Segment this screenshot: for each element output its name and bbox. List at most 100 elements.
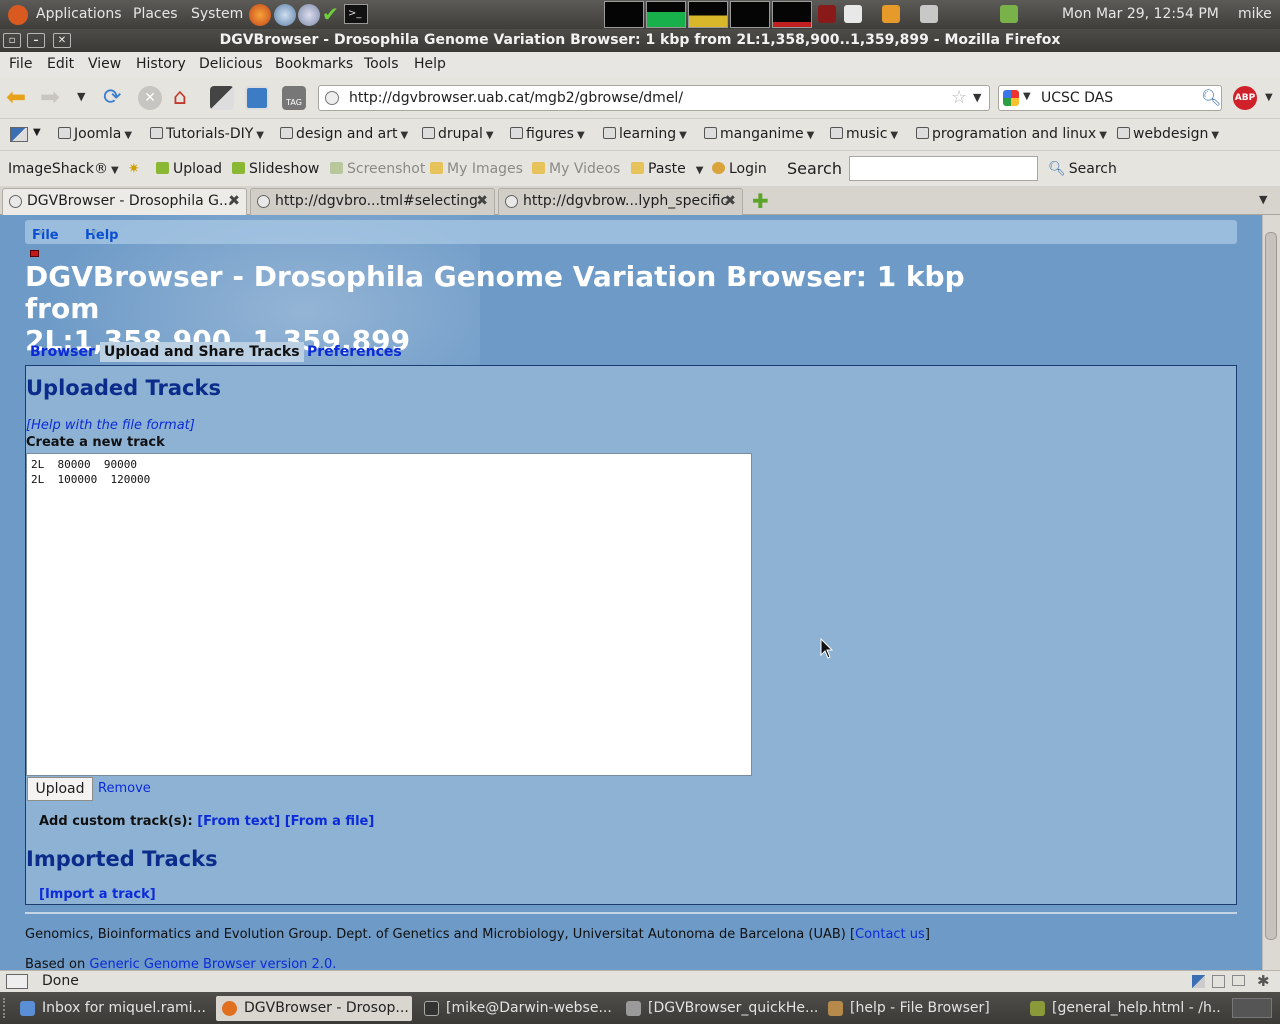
bookmark-folder-joomla[interactable]: Joomla ▼ (58, 126, 132, 142)
adblock-icon[interactable]: ABP (1233, 86, 1257, 110)
bookmark-folder-tutorials[interactable]: Tutorials-DIY ▼ (150, 126, 264, 142)
search-engine-icon[interactable] (1003, 90, 1019, 106)
reload-icon[interactable]: ⟳ (103, 86, 127, 110)
places-menu[interactable]: Places (133, 6, 178, 22)
imageshack-slideshow-button[interactable]: Slideshow (232, 161, 319, 177)
most-visited-dropdown-icon[interactable]: ▼ (33, 127, 41, 138)
window-titlebar[interactable]: ▫ – ✕ DGVBrowser - Drosophila Genome Var… (0, 29, 1280, 52)
status-tool-icon[interactable] (1192, 975, 1205, 988)
bookmark-star-icon[interactable]: ☆ (951, 87, 967, 108)
close-tab-icon[interactable]: ✖ (476, 189, 488, 214)
contact-us-link[interactable]: Contact us (855, 927, 925, 942)
menu-view[interactable]: View (88, 56, 121, 72)
menu-delicious[interactable]: Delicious (199, 56, 263, 72)
taskbar-item[interactable]: Inbox for miquel.rami... (14, 996, 212, 1021)
import-track-link[interactable]: [Import a track] (39, 887, 156, 902)
imageshack-my-videos-button[interactable]: My Videos (532, 161, 620, 177)
check-launcher-icon[interactable]: ✔ (322, 2, 339, 26)
firefox-launcher-icon[interactable] (249, 4, 271, 26)
ubuntu-logo-icon[interactable] (8, 5, 28, 25)
imageshack-login-button[interactable]: Login (712, 161, 767, 177)
menu-history[interactable]: History (136, 56, 186, 72)
from-file-link[interactable]: [From a file] (285, 814, 375, 829)
trash-icon[interactable] (1232, 998, 1272, 1018)
bookmark-folder-programation[interactable]: programation and linux ▼ (916, 126, 1107, 142)
bug-icon[interactable]: ✱ (1257, 972, 1270, 990)
taskbar-item[interactable]: [general_help.html - /h... (1024, 996, 1222, 1021)
applications-menu[interactable]: Applications (36, 6, 122, 22)
tab-list-icon[interactable]: ▼ (1259, 193, 1267, 206)
help-file-format-link[interactable]: [Help with the file format] (26, 418, 195, 433)
stop-icon[interactable]: ✕ (138, 86, 162, 110)
taskbar-item[interactable]: [help - File Browser] (822, 996, 1020, 1021)
mail-launcher-icon[interactable] (298, 4, 320, 26)
menu-file[interactable]: File (9, 56, 32, 72)
imageshack-paste-button[interactable]: Paste ▼ (631, 161, 704, 177)
sidebar-icon[interactable] (245, 86, 269, 110)
network-status-icon[interactable] (1000, 5, 1018, 23)
tag-icon[interactable]: TAG (282, 86, 306, 110)
adblock-dropdown-icon[interactable]: ▼ (1265, 92, 1273, 103)
imageshack-search-button[interactable]: 🔍︎ Search (1048, 161, 1117, 177)
collapse-icon[interactable] (30, 250, 39, 257)
screen-capture-icon[interactable] (210, 86, 234, 110)
taskbar-item-active[interactable]: DGVBrowser - Drosop... (216, 996, 412, 1021)
search-engine-dropdown-icon[interactable]: ▼ (1023, 91, 1031, 102)
menu-bookmarks[interactable]: Bookmarks (275, 56, 353, 72)
search-go-icon[interactable]: 🔍︎ (1201, 88, 1221, 107)
tab-selecting[interactable]: http://dgvbro...tml#selecting ✖ (250, 188, 495, 215)
mail-icon[interactable] (1232, 975, 1245, 986)
remove-link[interactable]: Remove (98, 781, 151, 796)
bookmark-folder-manganime[interactable]: manganime ▼ (704, 126, 814, 142)
minimize-icon[interactable]: – (27, 33, 45, 48)
clock[interactable]: Mon Mar 29, 12:54 PM (1062, 6, 1219, 22)
imageshack-upload-button[interactable]: Upload (156, 161, 222, 177)
window-menu-icon[interactable]: ▫ (3, 33, 21, 48)
url-bar[interactable]: http://dgvbrowser.uab.cat/mgb2/gbrowse/d… (318, 85, 990, 111)
bookmark-folder-drupal[interactable]: drupal ▼ (422, 126, 494, 142)
new-tab-icon[interactable]: ✚ (752, 189, 769, 213)
user-menu[interactable]: mike (1238, 6, 1272, 22)
site-identity-icon[interactable] (325, 91, 339, 105)
url-text[interactable]: http://dgvbrowser.uab.cat/mgb2/gbrowse/d… (349, 90, 683, 106)
history-dropdown-icon[interactable]: ▼ (77, 90, 85, 103)
bookmark-folder-learning[interactable]: learning ▼ (603, 126, 687, 142)
tab-glyph-specific[interactable]: http://dgvbrow...lyph_specific ✖ (498, 188, 743, 215)
system-menu[interactable]: System (191, 6, 243, 22)
from-text-link[interactable]: [From text] (197, 814, 280, 829)
scrollbar-thumb[interactable] (1265, 232, 1277, 940)
tab-dgvbrowser[interactable]: DGVBrowser - Drosophila G... ✖ (2, 188, 247, 215)
show-desktop-handle[interactable] (3, 998, 11, 1018)
home-icon[interactable]: ⌂ (173, 86, 197, 110)
imageshack-menu[interactable]: ImageShack® ▼ (8, 161, 119, 177)
back-icon[interactable]: ⬅ (6, 85, 30, 110)
lightbulb-icon[interactable]: ✷ (128, 161, 140, 177)
terminal-launcher-icon[interactable]: >_ (344, 4, 368, 24)
taskbar-item[interactable]: [DGVBrowser_quickHe... (620, 996, 818, 1021)
tab-browser[interactable]: Browser (30, 344, 95, 360)
menu-tools[interactable]: Tools (364, 56, 399, 72)
most-visited-icon[interactable] (10, 127, 28, 142)
forward-icon[interactable]: ➡ (40, 85, 64, 110)
search-input[interactable]: UCSC DAS (1041, 90, 1113, 106)
menu-edit[interactable]: Edit (47, 56, 74, 72)
url-dropdown-icon[interactable]: ▼ (973, 91, 981, 104)
tray-app-icon[interactable] (818, 5, 836, 23)
workspace-switcher-icon[interactable] (844, 5, 862, 23)
tab-preferences[interactable]: Preferences (307, 344, 402, 360)
bookmark-folder-design[interactable]: design and art ▼ (280, 126, 408, 142)
imageshack-screenshot-button[interactable]: Screenshot (330, 161, 425, 177)
taskbar-item[interactable]: [mike@Darwin-webse... (418, 996, 616, 1021)
status-grid-icon[interactable] (1212, 975, 1225, 988)
upload-button[interactable]: Upload (27, 777, 93, 801)
imageshack-my-images-button[interactable]: My Images (430, 161, 523, 177)
track-textarea[interactable]: 2L 80000 90000 2L 100000 120000 (26, 453, 752, 776)
bookmark-folder-figures[interactable]: figures ▼ (510, 126, 585, 142)
close-tab-icon[interactable]: ✖ (228, 189, 240, 214)
updates-icon[interactable] (882, 5, 900, 23)
close-tab-icon[interactable]: ✖ (724, 189, 736, 214)
bookmark-folder-music[interactable]: music ▼ (830, 126, 898, 142)
close-window-icon[interactable]: ✕ (53, 33, 71, 48)
search-bar[interactable]: ▼ UCSC DAS 🔍︎ (998, 85, 1222, 111)
drive-icon[interactable] (920, 5, 938, 23)
